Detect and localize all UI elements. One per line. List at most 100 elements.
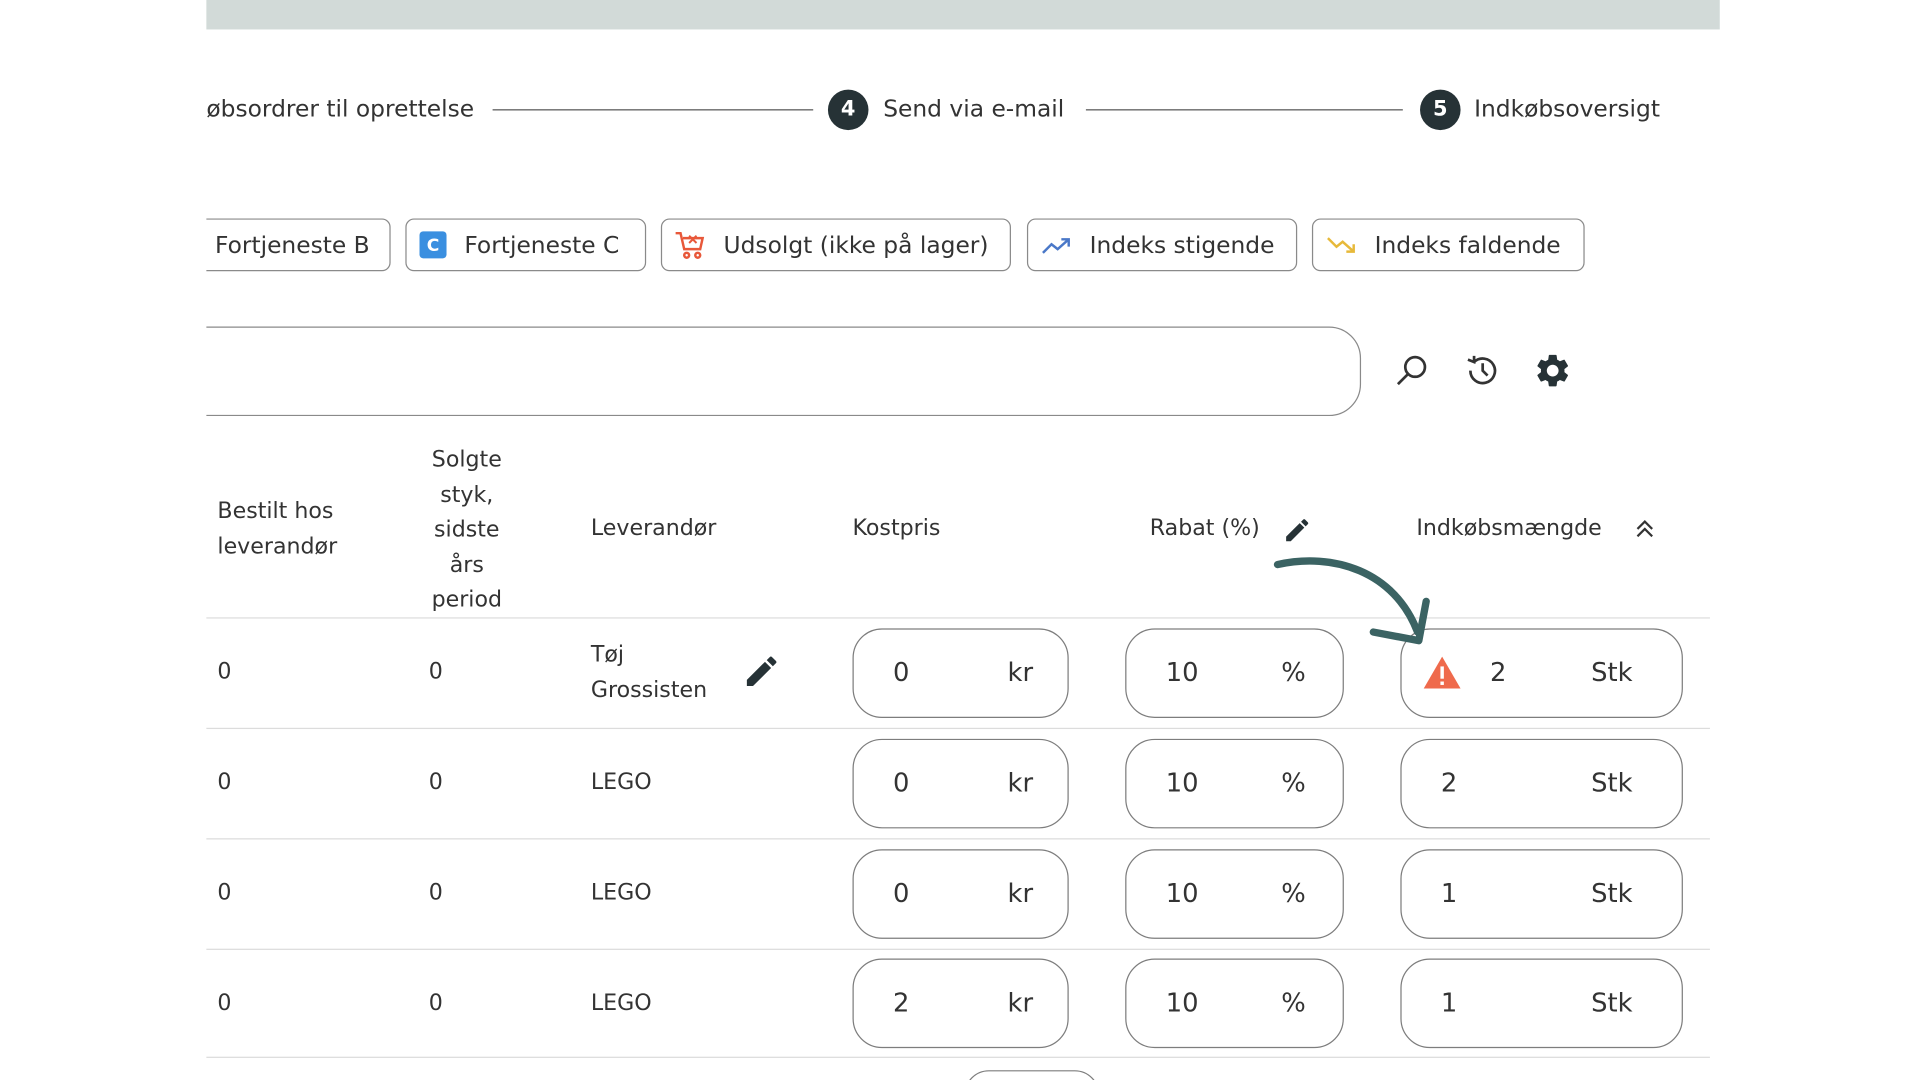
- stepper-connector: [492, 109, 814, 111]
- top-banner: [206, 0, 1720, 30]
- cell-ordered: 0: [217, 990, 232, 1017]
- cost-unit: kr: [1007, 987, 1034, 1018]
- cell-ordered: 0: [217, 659, 232, 685]
- header-line: sidste: [434, 516, 500, 543]
- search-icon[interactable]: [1393, 351, 1432, 390]
- supplier-line: Grossisten: [590, 676, 708, 703]
- cost-value: 2: [893, 987, 910, 1018]
- discount-unit: %: [1281, 878, 1306, 909]
- cell-sold: 0: [428, 879, 443, 906]
- cost-price-field[interactable]: 0 kr: [852, 628, 1069, 718]
- cart-icon: [674, 230, 706, 259]
- quantity-unit: Stk: [1591, 878, 1633, 909]
- header-line: period: [431, 586, 503, 613]
- step-4-number[interactable]: 4: [827, 89, 869, 131]
- discount-field[interactable]: 10 %: [1125, 849, 1344, 939]
- row-divider: [206, 727, 1710, 730]
- quantity-field[interactable]: 1 Stk: [1400, 958, 1683, 1049]
- step-5-label[interactable]: Indkøbsoversigt: [1474, 93, 1660, 125]
- row-divider: [206, 948, 1710, 950]
- discount-value: 10: [1165, 768, 1199, 798]
- header-line: Bestilt hos: [217, 498, 334, 525]
- chip-out-of-stock[interactable]: Udsolgt (ikke på lager): [660, 218, 1011, 272]
- quantity-unit: Stk: [1591, 657, 1633, 688]
- stepper-connector: [1085, 109, 1403, 111]
- quantity-field[interactable]: 1 Stk: [1400, 849, 1683, 939]
- col-header-supplier[interactable]: Leverandør: [591, 512, 717, 547]
- cost-value: 0: [893, 878, 910, 909]
- col-header-quantity[interactable]: Indkøbsmængde: [1416, 512, 1601, 547]
- col-header-cost[interactable]: Kostpris: [853, 512, 941, 547]
- discount-unit: %: [1281, 987, 1306, 1018]
- quantity-value: 2: [1490, 657, 1507, 688]
- gear-icon[interactable]: [1533, 351, 1572, 390]
- edit-supplier-pencil-icon[interactable]: [742, 652, 781, 696]
- discount-field[interactable]: 10 %: [1125, 958, 1344, 1049]
- quantity-field[interactable]: 2 Stk: [1400, 628, 1683, 718]
- cost-price-field[interactable]: 0 kr: [852, 849, 1069, 939]
- edit-discount-pencil-icon[interactable]: [1282, 515, 1311, 549]
- row-divider: [206, 1056, 1710, 1058]
- quantity-unit: Stk: [1591, 768, 1633, 798]
- row-divider: [206, 838, 1710, 840]
- col-header-sold[interactable]: Solgte styk, sidste års period: [424, 443, 510, 618]
- cost-unit: kr: [1007, 768, 1034, 798]
- quantity-value: 1: [1440, 987, 1458, 1018]
- cell-sold: 0: [428, 769, 443, 796]
- chip-index-falling[interactable]: Indeks faldende: [1311, 218, 1585, 272]
- cost-unit: kr: [1007, 657, 1034, 688]
- discount-value: 10: [1165, 657, 1199, 688]
- chip-label: Fortjeneste B: [214, 231, 370, 259]
- cost-value: 0: [893, 657, 910, 688]
- step-5-number[interactable]: 5: [1420, 89, 1461, 131]
- header-line: Solgte: [431, 446, 502, 473]
- quantity-field[interactable]: 2 Stk: [1400, 738, 1683, 829]
- annotation-arrow-icon: [1273, 557, 1430, 645]
- chip-label: Indeks faldende: [1374, 231, 1561, 259]
- chip-label: Indeks stigende: [1089, 231, 1275, 259]
- discount-field[interactable]: 10 %: [1125, 738, 1344, 829]
- cell-supplier: LEGO: [590, 990, 652, 1017]
- cell-ordered: 0: [217, 769, 232, 796]
- chip-label: Udsolgt (ikke på lager): [723, 231, 989, 259]
- quantity-value: 2: [1440, 768, 1458, 798]
- chip-profit-c[interactable]: C Fortjeneste C: [405, 218, 647, 272]
- trend-down-icon: [1325, 234, 1357, 256]
- purchase-overview-page: øbsordrer til oprettelse 4 Send via e-ma…: [0, 0, 1920, 1080]
- cell-supplier: LEGO: [590, 769, 652, 796]
- quantity-unit: Stk: [1591, 987, 1633, 1018]
- cell-sold: 0: [428, 990, 443, 1017]
- supplier-line: Tøj: [590, 641, 625, 668]
- chip-profit-b[interactable]: Fortjeneste B: [206, 218, 391, 272]
- sort-collapse-icon[interactable]: [1631, 515, 1658, 547]
- header-line: års: [449, 551, 484, 578]
- discount-unit: %: [1281, 768, 1306, 798]
- col-header-ordered[interactable]: Bestilt hos leverandør: [217, 495, 337, 565]
- chip-label: Fortjeneste C: [464, 231, 620, 259]
- discount-value: 10: [1165, 987, 1199, 1018]
- cost-price-field[interactable]: 0 kr: [852, 738, 1069, 829]
- history-icon[interactable]: [1463, 351, 1502, 390]
- col-header-discount[interactable]: Rabat (%): [1150, 512, 1260, 547]
- cell-supplier: LEGO: [590, 879, 652, 906]
- cost-price-field[interactable]: 2 kr: [852, 958, 1069, 1049]
- row-divider: [206, 617, 1710, 619]
- chip-clip: Fortjeneste B: [206, 209, 403, 283]
- discount-value: 10: [1165, 878, 1199, 909]
- header-line: styk,: [440, 481, 494, 508]
- step-3-label[interactable]: øbsordrer til oprettelse: [206, 93, 474, 125]
- svg-text:C: C: [427, 236, 440, 256]
- cost-value: 0: [893, 768, 910, 798]
- profit-c-icon: C: [419, 231, 447, 259]
- cell-supplier: Tøj Grossisten: [591, 638, 707, 708]
- cost-unit: kr: [1007, 878, 1034, 909]
- warning-icon: [1421, 654, 1463, 697]
- chip-index-rising[interactable]: Indeks stigende: [1026, 218, 1298, 272]
- cell-sold: 0: [428, 659, 443, 685]
- header-line: leverandør: [217, 533, 338, 560]
- trend-up-icon: [1040, 234, 1072, 256]
- pagination-control[interactable]: [964, 1070, 1100, 1080]
- step-4-label[interactable]: Send via e-mail: [883, 93, 1064, 125]
- quantity-value: 1: [1440, 878, 1458, 909]
- search-input[interactable]: [206, 326, 1362, 417]
